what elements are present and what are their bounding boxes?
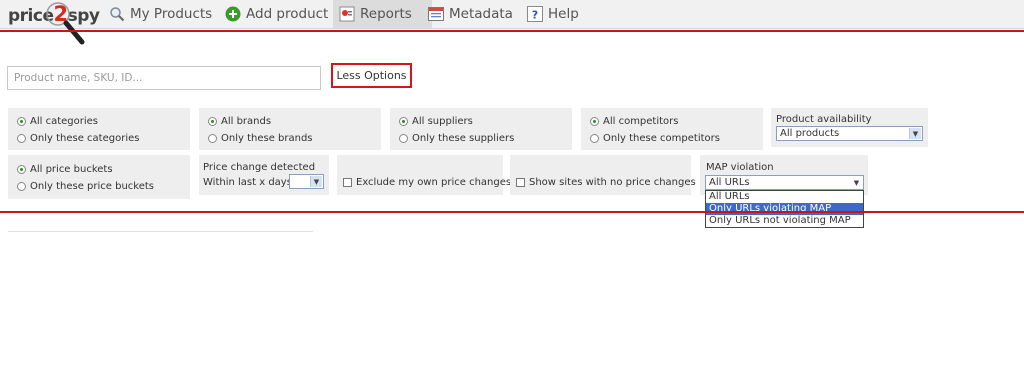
less-options-label: Less Options <box>336 69 407 82</box>
dropdown-option-not-violating[interactable]: Only URLs not violating MAP <box>706 215 863 227</box>
header-divider <box>0 30 1024 32</box>
radio-selected-icon <box>399 117 408 126</box>
availability-value: All products <box>780 128 840 139</box>
radio-label: Only these brands <box>221 133 313 144</box>
map-violation-label: MAP violation <box>706 162 774 173</box>
nav-my-products-label: My Products <box>130 6 213 22</box>
nav-metadata[interactable]: Metadata <box>422 0 519 28</box>
radio-label: All competitors <box>603 116 679 127</box>
chevron-down-icon: ▼ <box>851 177 862 188</box>
nav-help[interactable]: ? Help <box>521 0 585 28</box>
checkbox-icon <box>516 178 525 187</box>
nav-reports[interactable]: Reports <box>333 0 432 28</box>
price-change-filter: Price change detected Within last x days… <box>199 155 329 195</box>
map-violation-dropdown: All URLs Only URLs violating MAP Only UR… <box>705 190 864 228</box>
checkbox-label: Show sites with no price changes <box>529 177 696 188</box>
nav-add-product[interactable]: Add product <box>219 0 334 28</box>
dropdown-option-violating[interactable]: Only URLs violating MAP <box>706 203 863 215</box>
radio-label: All price buckets <box>30 164 113 175</box>
radio-empty-icon <box>17 182 26 191</box>
categories-filter: All categories Only these categories <box>8 108 190 150</box>
suppliers-filter: All suppliers Only these suppliers <box>390 108 572 150</box>
dropdown-option-all-urls[interactable]: All URLs <box>706 191 863 203</box>
availability-select[interactable]: All products ▼ <box>776 126 923 141</box>
radio-selected-icon <box>208 117 217 126</box>
exclude-own-filter: Exclude my own price changes <box>337 155 511 195</box>
checkbox-label: Exclude my own price changes <box>356 177 512 188</box>
svg-text:?: ? <box>532 9 538 22</box>
nav-help-label: Help <box>548 6 579 22</box>
radio-only-categories[interactable]: Only these categories <box>17 133 139 144</box>
magnifier-icon <box>109 6 125 22</box>
radio-empty-icon <box>590 134 599 143</box>
radio-only-brands[interactable]: Only these brands <box>208 133 313 144</box>
map-violation-select[interactable]: All URLs ▼ <box>705 175 864 190</box>
competitors-filter: All competitors Only these competitors <box>581 108 763 150</box>
search-input[interactable] <box>7 66 321 90</box>
radio-label: All suppliers <box>412 116 473 127</box>
radio-all-categories[interactable]: All categories <box>17 116 98 127</box>
metadata-icon <box>428 6 444 22</box>
nav-reports-label: Reports <box>360 6 412 22</box>
map-violation-filter: MAP violation All URLs ▼ <box>700 155 868 195</box>
plus-circle-icon <box>225 6 241 22</box>
radio-selected-icon <box>17 117 26 126</box>
radio-label: All brands <box>221 116 272 127</box>
radio-label: Only these competitors <box>603 133 720 144</box>
radio-empty-icon <box>208 134 217 143</box>
radio-only-price-buckets[interactable]: Only these price buckets <box>17 181 154 192</box>
availability-filter: Product availability All products ▼ <box>771 108 928 147</box>
availability-label: Product availability <box>776 114 872 125</box>
radio-selected-icon <box>590 117 599 126</box>
no-price-changes-checkbox[interactable]: Show sites with no price changes <box>516 177 696 188</box>
no-price-changes-filter: Show sites with no price changes <box>510 155 696 195</box>
chevron-down-icon: ▼ <box>909 128 921 139</box>
exclude-own-checkbox[interactable]: Exclude my own price changes <box>343 177 511 188</box>
radio-only-competitors[interactable]: Only these competitors <box>590 133 720 144</box>
radio-all-suppliers[interactable]: All suppliers <box>399 116 473 127</box>
radio-empty-icon <box>17 134 26 143</box>
help-icon: ? <box>527 6 543 22</box>
radio-label: Only these categories <box>30 133 140 144</box>
less-options-button[interactable]: Less Options <box>331 63 412 88</box>
filters-divider <box>0 211 1024 213</box>
price-buckets-filter: All price buckets Only these price bucke… <box>8 155 190 199</box>
nav-my-products[interactable]: My Products <box>103 0 218 28</box>
radio-all-competitors[interactable]: All competitors <box>590 116 679 127</box>
checkbox-icon <box>343 178 352 187</box>
chevron-down-icon: ▼ <box>310 176 322 187</box>
reports-icon <box>339 6 355 22</box>
radio-all-price-buckets[interactable]: All price buckets <box>17 164 113 175</box>
radio-empty-icon <box>399 134 408 143</box>
radio-only-suppliers[interactable]: Only these suppliers <box>399 133 514 144</box>
price-change-sublabel: Within last x days: <box>203 177 296 188</box>
magnifier-logo-icon <box>46 2 85 45</box>
radio-label: Only these suppliers <box>412 133 515 144</box>
radio-selected-icon <box>17 165 26 174</box>
brands-filter: All brands Only these brands <box>199 108 381 150</box>
days-select[interactable]: ▼ <box>289 174 324 189</box>
radio-label: Only these price buckets <box>30 181 155 192</box>
content-divider <box>8 231 313 232</box>
price2spy-logo[interactable]: price2spy <box>6 0 100 46</box>
radio-label: All categories <box>30 116 98 127</box>
nav-add-product-label: Add product <box>246 6 329 22</box>
price-change-label: Price change detected <box>203 162 316 173</box>
radio-all-brands[interactable]: All brands <box>208 116 271 127</box>
nav-metadata-label: Metadata <box>449 6 513 22</box>
map-violation-value: All URLs <box>709 177 750 188</box>
